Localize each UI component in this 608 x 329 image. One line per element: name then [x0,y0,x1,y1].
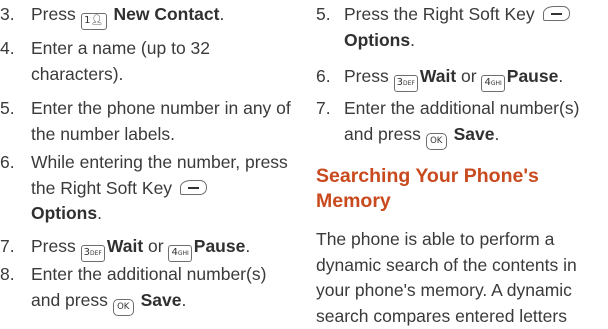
step-7-save: 7. Enter the additional number(s) and pr… [316,96,608,150]
options-label: Options [344,29,411,50]
step-text: Enter a name (up to 32 characters). [31,38,210,84]
step-5-enter-number: 5. Enter the phone number in any of the … [0,96,300,147]
step-6-options: 6. While entering the number, press the … [0,152,288,223]
step-number: 8. [0,264,15,284]
section-heading: Searching Your Phone's Memory [316,165,539,212]
step-number: 6. [316,66,331,86]
new-contact-label: New Contact [113,4,220,24]
step-5-options: 5. Press the Right Soft Key Options. [316,2,608,53]
ok-key-icon: OK [112,298,134,316]
step-6-wait-pause: 6. Press 3DEF Wait or 4GHI Pause. [316,64,608,92]
save-label: Save [140,289,182,310]
options-label: Options [31,203,98,223]
key-3-icon: 3DEF [393,75,418,92]
pause-label: Pause [193,236,246,256]
save-label: Save [453,123,495,144]
step-number: 5. [0,98,15,118]
right-soft-key-icon [540,6,571,23]
step-number: 7. [316,98,331,118]
step-text: Enter the phone number in any of the num… [31,98,291,144]
pause-label: Pause [506,66,559,86]
right-soft-key-icon [177,179,208,197]
step-8-save: 8. Enter the additional number(s) and pr… [0,262,300,316]
wait-label: Wait [419,66,457,86]
key-4-icon: 4GHI [168,245,192,262]
section-body: The phone is able to perform a dynamic s… [316,229,577,326]
step-number: 3. [0,4,15,24]
key-4-icon: 4GHI [481,75,505,92]
step-text: Press the Right Soft Key [344,4,535,24]
step-number: 7. [0,236,15,256]
step-text: Press [31,4,81,24]
step-7-wait-pause: 7. Press 3DEF Wait or 4GHI Pause. [0,234,300,262]
step-3-new-contact: 3. Press 1👤︎ New Contact. [0,2,300,30]
step-number: 6. [0,152,15,172]
step-text: While entering the number, press the Rig… [31,152,288,198]
wait-label: Wait [106,236,144,256]
step-4-enter-name: 4. Enter a name (up to 32 characters). [0,36,300,87]
step-number: 4. [0,38,15,58]
key-1-icon: 1👤︎ [80,13,107,30]
key-3-icon: 3DEF [80,245,105,262]
step-number: 5. [316,4,331,24]
ok-key-icon: OK [425,132,447,150]
